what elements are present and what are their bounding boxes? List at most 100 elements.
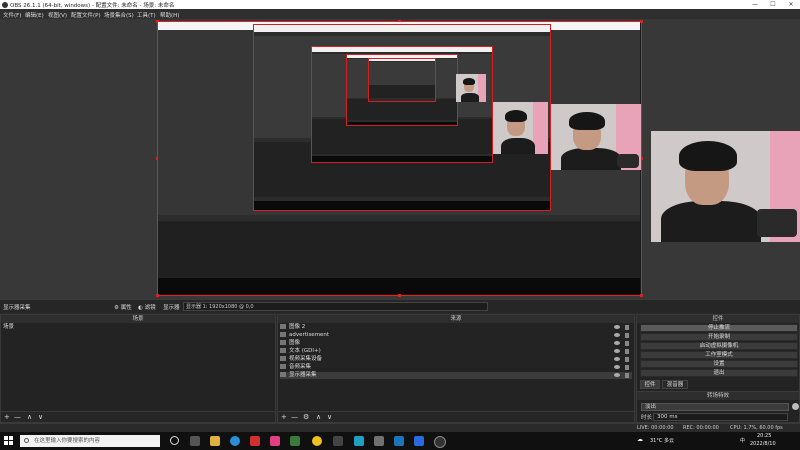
- display-select[interactable]: 显示器 1: 1920x1080 @ 0,0: [183, 302, 488, 311]
- source-properties-gear-icon[interactable]: ⚙: [303, 413, 309, 421]
- lock-icon[interactable]: [625, 373, 629, 378]
- move-source-up-button[interactable]: ∧: [316, 413, 321, 421]
- source-item[interactable]: 音频采集: [280, 364, 632, 371]
- obs-logo-icon: [2, 1, 8, 8]
- remove-source-button[interactable]: —: [291, 413, 298, 421]
- move-source-down-button[interactable]: ∨: [327, 413, 332, 421]
- image-icon: [280, 324, 286, 329]
- menu-scene-collection[interactable]: 场景集合(S): [104, 11, 134, 19]
- visibility-eye-icon[interactable]: [614, 325, 620, 329]
- properties-button[interactable]: ⚙ 属性: [114, 303, 132, 311]
- filters-button[interactable]: ◐ 滤镜: [138, 303, 156, 311]
- image-icon: [280, 340, 286, 345]
- visibility-eye-icon[interactable]: [614, 349, 620, 353]
- lock-icon[interactable]: [625, 325, 629, 330]
- visibility-eye-icon[interactable]: [614, 365, 620, 369]
- display-label: 显示器: [163, 305, 180, 311]
- visibility-eye-icon[interactable]: [614, 373, 620, 377]
- start-recording-button[interactable]: 开始录制: [640, 333, 798, 341]
- app-icon[interactable]: [414, 436, 424, 446]
- app-icon[interactable]: [250, 436, 260, 446]
- title-bar: OBS 26.1.1 (64-bit, windows) - 配置文件: 未命名…: [0, 0, 800, 9]
- transition-settings-gear-icon[interactable]: [792, 403, 799, 410]
- clock-date[interactable]: 2022/8/10: [750, 441, 776, 447]
- search-icon: [24, 438, 29, 443]
- duration-input[interactable]: 300 ms: [653, 413, 788, 421]
- transition-select[interactable]: 淡出: [641, 403, 789, 411]
- start-virtual-camera-button[interactable]: 启动虚拟摄像机: [640, 342, 798, 350]
- lock-icon[interactable]: [625, 365, 629, 370]
- source-label: 文本 (GDI+): [289, 348, 321, 354]
- menu-view[interactable]: 视图(V): [48, 11, 67, 19]
- resize-handle[interactable]: [640, 294, 643, 297]
- app-icon[interactable]: [333, 436, 343, 446]
- close-button[interactable]: ✕: [782, 0, 800, 9]
- source-item[interactable]: 图像 2: [280, 324, 632, 331]
- obs-taskbar-icon[interactable]: [434, 436, 446, 448]
- duration-label: 时长: [641, 415, 653, 421]
- settings-button[interactable]: 设置: [640, 360, 798, 368]
- source-item-selected[interactable]: 显示器采集: [280, 372, 632, 379]
- source-item[interactable]: 文本 (GDI+): [280, 348, 632, 355]
- menu-help[interactable]: 帮助(H): [160, 11, 179, 19]
- resize-handle[interactable]: [640, 20, 643, 23]
- sources-dock: 来源 图像 2 advertisement 图像 文本 (GDI+) 视频采集设…: [277, 314, 635, 423]
- lock-icon[interactable]: [625, 333, 629, 338]
- tab-audio-mixer[interactable]: 混音器: [662, 380, 688, 389]
- menu-edit[interactable]: 编辑(E): [25, 11, 44, 19]
- edge-browser-icon[interactable]: [230, 436, 240, 446]
- menu-tools[interactable]: 工具(T): [137, 11, 156, 19]
- exit-button[interactable]: 退出: [640, 369, 798, 377]
- app-icon[interactable]: [270, 436, 280, 446]
- resize-handle[interactable]: [398, 294, 401, 297]
- lock-icon[interactable]: [625, 357, 629, 362]
- preview-canvas[interactable]: [156, 20, 643, 297]
- app-icon[interactable]: [354, 436, 364, 446]
- app-icon[interactable]: [290, 436, 300, 446]
- lock-icon[interactable]: [625, 341, 629, 346]
- source-label: 视频采集设备: [289, 356, 323, 362]
- clock-time[interactable]: 20:25: [757, 433, 771, 439]
- move-scene-down-button[interactable]: ∨: [38, 413, 43, 421]
- visibility-eye-icon[interactable]: [614, 333, 620, 337]
- camera-icon: [280, 356, 286, 361]
- live-time: LIVE: 00:00:00: [637, 425, 674, 431]
- webcam-source[interactable]: [651, 131, 800, 242]
- taskbar-search-input[interactable]: 在这里输入你要搜索的内容: [20, 435, 160, 447]
- scene-item[interactable]: 场景: [3, 324, 273, 331]
- studio-mode-button[interactable]: 工作室模式: [640, 351, 798, 359]
- app-icon[interactable]: [374, 436, 384, 446]
- menu-file[interactable]: 文件(F): [3, 11, 21, 19]
- add-scene-button[interactable]: +: [4, 413, 10, 421]
- monitor-icon: [280, 372, 286, 377]
- steam-icon[interactable]: [394, 436, 404, 446]
- task-view-icon[interactable]: [170, 436, 179, 445]
- app-icon[interactable]: [190, 436, 200, 446]
- remove-scene-button[interactable]: —: [14, 413, 21, 421]
- menu-profile[interactable]: 配置文件(P): [71, 11, 101, 19]
- tab-controls[interactable]: 控件: [640, 380, 660, 389]
- cpu-fps: CPU: 1.7%, 60.00 fps: [730, 425, 783, 431]
- ime-indicator[interactable]: 中: [740, 437, 745, 444]
- controls-header: 控件: [637, 315, 799, 323]
- menu-bar: 文件(F) 编辑(E) 视图(V) 配置文件(P) 场景集合(S) 工具(T) …: [0, 9, 800, 19]
- file-explorer-icon[interactable]: [210, 436, 220, 446]
- text-icon: [280, 348, 286, 353]
- visibility-eye-icon[interactable]: [614, 341, 620, 345]
- visibility-eye-icon[interactable]: [614, 357, 620, 361]
- source-item[interactable]: 视频采集设备: [280, 356, 632, 363]
- source-item[interactable]: 图像: [280, 340, 632, 347]
- filters-label: 滤镜: [144, 305, 156, 311]
- source-item[interactable]: advertisement: [280, 332, 632, 339]
- windows-start-icon[interactable]: [4, 436, 14, 446]
- minimize-button[interactable]: —: [746, 0, 764, 9]
- move-scene-up-button[interactable]: ∧: [27, 413, 32, 421]
- maximize-button[interactable]: ☐: [764, 0, 782, 9]
- source-label: 图像: [289, 340, 301, 346]
- resize-handle[interactable]: [156, 294, 159, 297]
- app-icon[interactable]: [312, 436, 322, 446]
- nested-capture: [368, 58, 436, 102]
- lock-icon[interactable]: [625, 349, 629, 354]
- stop-streaming-button[interactable]: 停止推流: [640, 324, 798, 332]
- add-source-button[interactable]: +: [281, 413, 287, 421]
